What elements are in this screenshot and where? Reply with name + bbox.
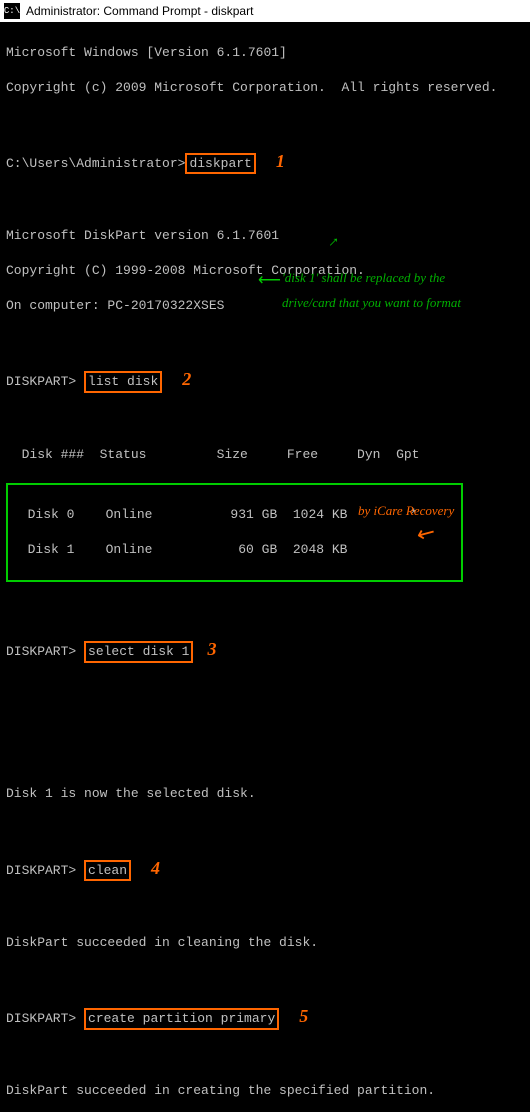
prompt-path: C:\Users\Administrator> [6,156,185,171]
prompt-line: DISKPART> create partition primary 5 [6,1004,524,1030]
window-titlebar: C:\ Administrator: Command Prompt - disk… [0,0,530,22]
diskpart-prompt: DISKPART> [6,374,76,389]
prompt-line: DISKPART> select disk 1 3 [6,637,524,663]
diskpart-header: Microsoft DiskPart version 6.1.7601 [6,227,524,245]
window-title: Administrator: Command Prompt - diskpart [26,4,253,18]
step-number-5: 5 [299,1006,308,1026]
cmd-list-disk: list disk [84,371,162,393]
cmd-create-partition: create partition primary [84,1008,279,1030]
diskpart-prompt: DISKPART> [6,1011,76,1026]
step-number-3: 3 [207,639,216,659]
cmd-diskpart: diskpart [185,153,255,175]
result-line: Disk 1 is now the selected disk. [6,785,524,803]
step-number-2: 2 [182,369,191,389]
credit-text: by iCare Recovery [358,502,454,520]
disk-table-highlight: Disk 0 Online 931 GB 1024 KB * Disk 1 On… [6,483,463,583]
terminal-output: Microsoft Windows [Version 6.1.7601] Cop… [0,22,530,1112]
result-line: DiskPart succeeded in creating the speci… [6,1082,524,1100]
prompt-line: DISKPART> clean 4 [6,856,524,882]
cmd-select-disk: select disk 1 [84,641,193,663]
cmd-icon: C:\ [4,3,20,19]
diskpart-prompt: DISKPART> [6,644,76,659]
table-row: Disk 1 Online 60 GB 2048 KB [12,541,457,559]
annotation-note: drive/card that you want to format [282,294,461,312]
prompt-line: C:\Users\Administrator>diskpart 1 [6,149,524,175]
annotation-note: 'disk 1' shall be replaced by the [282,269,445,287]
step-number-1: 1 [276,151,285,171]
table-header: Disk ### Status Size Free Dyn Gpt [6,446,524,464]
green-arrow-icon: ⟵ [258,271,281,293]
diskpart-prompt: DISKPART> [6,863,76,878]
header-line: Copyright (c) 2009 Microsoft Corporation… [6,79,524,97]
step-number-4: 4 [151,858,160,878]
header-line: Microsoft Windows [Version 6.1.7601] [6,44,524,62]
result-line: DiskPart succeeded in cleaning the disk. [6,934,524,952]
cmd-clean: clean [84,860,131,882]
prompt-line: DISKPART> list disk 2 [6,367,524,393]
